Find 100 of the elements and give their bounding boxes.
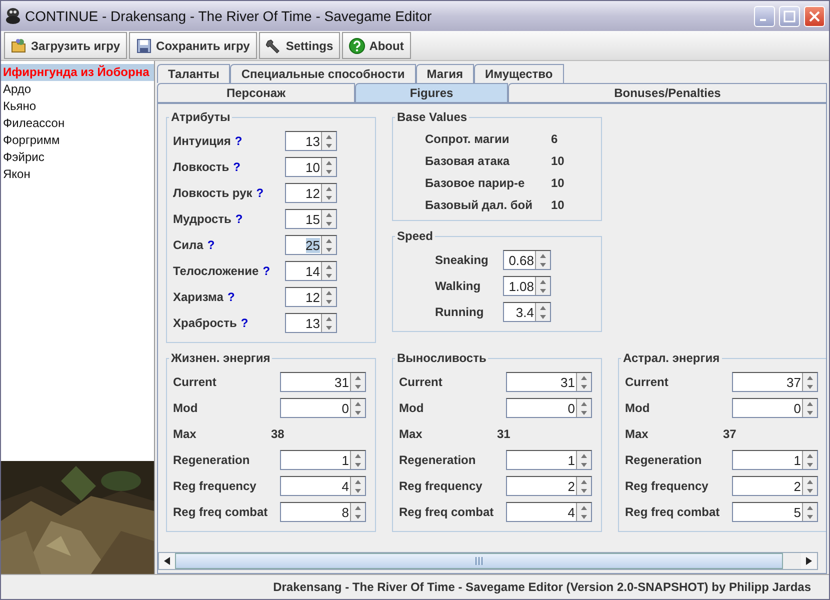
number-spinner[interactable]: 31 — [280, 372, 366, 392]
spin-down-icon[interactable] — [326, 326, 332, 330]
toolbar-button[interactable]: Сохранить игру — [129, 32, 257, 59]
number-spinner[interactable]: 2 — [506, 476, 592, 496]
help-link[interactable]: ? — [262, 264, 270, 278]
spin-down-icon[interactable] — [807, 514, 813, 518]
spin-up-icon[interactable] — [326, 212, 332, 216]
help-link[interactable]: ? — [256, 186, 264, 200]
help-link[interactable]: ? — [240, 316, 248, 330]
spin-up-icon[interactable] — [807, 454, 813, 458]
spin-down-icon[interactable] — [326, 170, 332, 174]
minimize-button[interactable] — [754, 6, 775, 26]
spin-down-icon[interactable] — [355, 410, 361, 414]
spin-down-icon[interactable] — [326, 196, 332, 200]
number-spinner[interactable]: 12 — [285, 183, 337, 203]
number-spinner[interactable]: 25 — [285, 235, 337, 255]
toolbar-button[interactable]: About — [342, 32, 411, 59]
character-item[interactable]: Филеассон — [1, 115, 154, 132]
tab[interactable]: Имущество — [474, 64, 564, 83]
help-link[interactable]: ? — [234, 134, 242, 148]
spin-down-icon[interactable] — [355, 514, 361, 518]
number-spinner[interactable]: 37 — [732, 372, 818, 392]
spin-down-icon[interactable] — [326, 222, 332, 226]
spin-up-icon[interactable] — [355, 402, 361, 406]
spin-up-icon[interactable] — [326, 134, 332, 138]
spin-down-icon[interactable] — [807, 488, 813, 492]
spin-up-icon[interactable] — [807, 506, 813, 510]
tab[interactable]: Персонаж — [157, 83, 355, 102]
number-spinner[interactable]: 14 — [285, 261, 337, 281]
spin-up-icon[interactable] — [326, 316, 332, 320]
spin-down-icon[interactable] — [355, 384, 361, 388]
spin-down-icon[interactable] — [581, 462, 587, 466]
spin-up-icon[interactable] — [807, 376, 813, 380]
spin-down-icon[interactable] — [326, 144, 332, 148]
spin-up-icon[interactable] — [581, 506, 587, 510]
spin-down-icon[interactable] — [326, 274, 332, 278]
number-spinner[interactable]: 0 — [732, 398, 818, 418]
number-spinner[interactable]: 0.68 — [503, 250, 551, 270]
spin-up-icon[interactable] — [326, 290, 332, 294]
number-spinner[interactable]: 1 — [280, 450, 366, 470]
spin-down-icon[interactable] — [581, 410, 587, 414]
character-item[interactable]: Кьяно — [1, 98, 154, 115]
number-spinner[interactable]: 15 — [285, 209, 337, 229]
toolbar-button[interactable]: Загрузить игру — [4, 32, 128, 59]
spin-up-icon[interactable] — [355, 506, 361, 510]
number-spinner[interactable]: 0 — [280, 398, 366, 418]
spin-up-icon[interactable] — [581, 480, 587, 484]
spin-up-icon[interactable] — [581, 454, 587, 458]
spin-down-icon[interactable] — [540, 314, 546, 318]
number-spinner[interactable]: 2 — [732, 476, 818, 496]
spin-down-icon[interactable] — [807, 462, 813, 466]
spin-down-icon[interactable] — [540, 288, 546, 292]
number-spinner[interactable]: 31 — [506, 372, 592, 392]
spin-down-icon[interactable] — [355, 488, 361, 492]
spin-up-icon[interactable] — [540, 306, 546, 310]
spin-down-icon[interactable] — [581, 514, 587, 518]
close-button[interactable] — [804, 6, 825, 26]
spin-up-icon[interactable] — [355, 454, 361, 458]
spin-up-icon[interactable] — [326, 186, 332, 190]
number-spinner[interactable]: 5 — [732, 502, 818, 522]
help-link[interactable]: ? — [207, 238, 215, 252]
spin-down-icon[interactable] — [807, 410, 813, 414]
horizontal-scrollbar[interactable] — [158, 552, 818, 570]
spin-up-icon[interactable] — [355, 480, 361, 484]
spin-down-icon[interactable] — [581, 384, 587, 388]
spin-up-icon[interactable] — [540, 254, 546, 258]
spin-up-icon[interactable] — [581, 402, 587, 406]
spin-down-icon[interactable] — [326, 300, 332, 304]
character-item[interactable]: Ардо — [1, 81, 154, 98]
number-spinner[interactable]: 0 — [506, 398, 592, 418]
spin-up-icon[interactable] — [326, 160, 332, 164]
scroll-left-icon[interactable] — [164, 557, 170, 565]
character-item[interactable]: Фэйрис — [1, 149, 154, 166]
spin-up-icon[interactable] — [581, 376, 587, 380]
spin-down-icon[interactable] — [540, 262, 546, 266]
number-spinner[interactable]: 4 — [506, 502, 592, 522]
spin-up-icon[interactable] — [326, 238, 332, 242]
maximize-button[interactable] — [779, 6, 800, 26]
spin-up-icon[interactable] — [807, 402, 813, 406]
help-link[interactable]: ? — [233, 160, 240, 174]
tab[interactable]: Таланты — [157, 64, 230, 83]
spin-up-icon[interactable] — [326, 264, 332, 268]
spin-down-icon[interactable] — [326, 248, 332, 252]
spin-up-icon[interactable] — [355, 376, 361, 380]
spin-up-icon[interactable] — [807, 480, 813, 484]
number-spinner[interactable]: 10 — [285, 157, 337, 177]
number-spinner[interactable]: 1 — [732, 450, 818, 470]
spin-down-icon[interactable] — [807, 384, 813, 388]
help-link[interactable]: ? — [235, 212, 243, 226]
tab[interactable]: Bonuses/Penalties — [508, 83, 827, 102]
spin-down-icon[interactable] — [581, 488, 587, 492]
number-spinner[interactable]: 3.4 — [503, 302, 551, 322]
help-link[interactable]: ? — [227, 290, 235, 304]
number-spinner[interactable]: 1 — [506, 450, 592, 470]
scroll-right-icon[interactable] — [806, 557, 812, 565]
number-spinner[interactable]: 1.08 — [503, 276, 551, 296]
character-item[interactable]: Якон — [1, 166, 154, 183]
number-spinner[interactable]: 8 — [280, 502, 366, 522]
number-spinner[interactable]: 13 — [285, 313, 337, 333]
tab[interactable]: Figures — [355, 83, 508, 102]
